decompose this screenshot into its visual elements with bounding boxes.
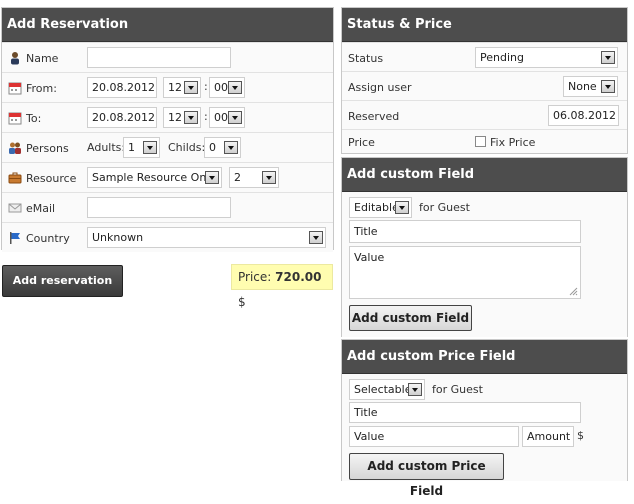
adults-select[interactable]: 1 [123,137,160,158]
add-reservation-panel: Add Reservation Name From: 20.08.2012 12… [1,7,334,252]
to-time-colon: : [204,110,208,123]
add-custom-price-field-button[interactable]: Add custom Price Field [349,453,504,498]
childs-label: Childs: [168,141,206,154]
name-label: Name [26,51,59,65]
group-icon [8,141,22,155]
fix-price-checkbox[interactable] [475,136,486,147]
to-minute-select[interactable]: 00 [209,107,245,128]
country-row: Country Unknown [2,222,333,252]
chevron-down-icon [262,171,276,184]
calendar-icon [8,81,22,95]
price-row: Price Fix Price [342,129,627,153]
country-label: Country [26,231,70,245]
chevron-down-icon [205,171,219,184]
price-summary-value: 720.00 [275,270,322,284]
from-label: From: [26,81,57,95]
from-row: From: 20.08.2012 12 : 00 [2,72,333,102]
briefcase-icon [8,171,22,185]
price-label: Price [348,136,375,149]
status-price-panel: Status & Price Status Pending Assign use… [341,7,628,154]
name-input[interactable] [87,47,231,68]
persons-row: Persons Adults: 1 Childs: 0 [2,132,333,162]
envelope-icon [8,201,22,215]
to-hour-select[interactable]: 12 [163,107,201,128]
reserved-row: Reserved 06.08.2012 [342,100,627,129]
chevron-down-icon [228,81,242,94]
custom-price-panel: Add custom Price Field Selectable for Gu… [341,339,628,498]
resize-grip-icon[interactable] [568,286,578,299]
to-row: To: 20.08.2012 12 : 00 [2,102,333,132]
chevron-down-icon [184,111,198,124]
custom-field-value-textarea[interactable]: Value [349,246,581,299]
user-icon [8,51,22,65]
to-label: To: [26,111,42,125]
reserved-date-input[interactable]: 06.08.2012 [548,105,619,126]
custom-price-body: Selectable for Guest Title Value Amount … [342,374,627,498]
add-reservation-title: Add Reservation [2,8,333,42]
custom-field-for-label: for Guest [419,201,470,214]
price-summary-currency: $ [238,295,246,309]
reserved-label: Reserved [348,110,400,123]
chevron-down-icon [143,141,157,154]
custom-field-type-select[interactable]: Editable [349,197,412,218]
custom-price-currency: $ [577,429,584,442]
fix-price-label: Fix Price [490,136,536,149]
custom-field-title: Add custom Field [342,158,627,192]
email-label: eMail [26,201,56,215]
add-reservation-button[interactable]: Add reservation [2,265,123,297]
status-label: Status [348,52,384,65]
custom-price-value-input[interactable]: Value [349,426,519,447]
country-label-group: Country [8,223,70,253]
resource-count-select[interactable]: 2 [229,167,279,188]
childs-select[interactable]: 0 [204,137,241,158]
chevron-down-icon [228,111,242,124]
assign-user-label: Assign user [348,81,412,94]
status-select[interactable]: Pending [475,47,618,68]
to-label-group: To: [8,103,41,133]
flag-icon [8,231,22,245]
chevron-down-icon [224,141,238,154]
name-row: Name [2,42,333,72]
assign-user-select[interactable]: None [563,76,618,97]
price-summary-label: Price: [238,270,272,284]
persons-label: Persons [26,141,69,155]
resource-row: Resource Sample Resource One 2 [2,162,333,192]
resource-label-group: Resource [8,163,76,193]
custom-price-for-label: for Guest [432,383,483,396]
from-hour-select[interactable]: 12 [163,77,201,98]
persons-label-group: Persons [8,133,69,163]
custom-field-panel: Add custom Field Editable for Guest Titl… [341,157,628,337]
custom-price-title: Add custom Price Field [342,340,627,374]
country-select[interactable]: Unknown [87,227,326,248]
custom-price-amount-input[interactable]: Amount [522,426,574,447]
chevron-down-icon [395,201,409,214]
email-row: eMail [2,192,333,222]
from-minute-select[interactable]: 00 [209,77,245,98]
from-label-group: From: [8,73,57,103]
assign-user-row: Assign user None [342,71,627,100]
custom-price-title-input[interactable]: Title [349,402,581,423]
chevron-down-icon [601,80,615,93]
email-label-group: eMail [8,193,55,223]
from-date-input[interactable]: 20.08.2012 [87,77,157,98]
from-time-colon: : [204,80,208,93]
chevron-down-icon [408,383,422,396]
price-summary: Price: 720.00 $ [231,264,333,309]
add-custom-field-button[interactable]: Add custom Field [349,305,472,331]
to-date-input[interactable]: 20.08.2012 [87,107,157,128]
name-label-group: Name [8,43,58,73]
resource-label: Resource [26,171,77,185]
chevron-down-icon [601,51,615,64]
custom-price-type-select[interactable]: Selectable [349,379,425,400]
custom-field-title-input[interactable]: Title [349,220,581,243]
resource-select[interactable]: Sample Resource One [87,167,222,188]
calendar-icon [8,111,22,125]
status-price-title: Status & Price [342,8,627,42]
chevron-down-icon [309,231,323,244]
chevron-down-icon [184,81,198,94]
status-row: Status Pending [342,42,627,71]
adults-label: Adults: [87,141,126,154]
email-input[interactable] [87,197,231,218]
custom-field-body: Editable for Guest Title Value Add custo… [342,192,627,337]
